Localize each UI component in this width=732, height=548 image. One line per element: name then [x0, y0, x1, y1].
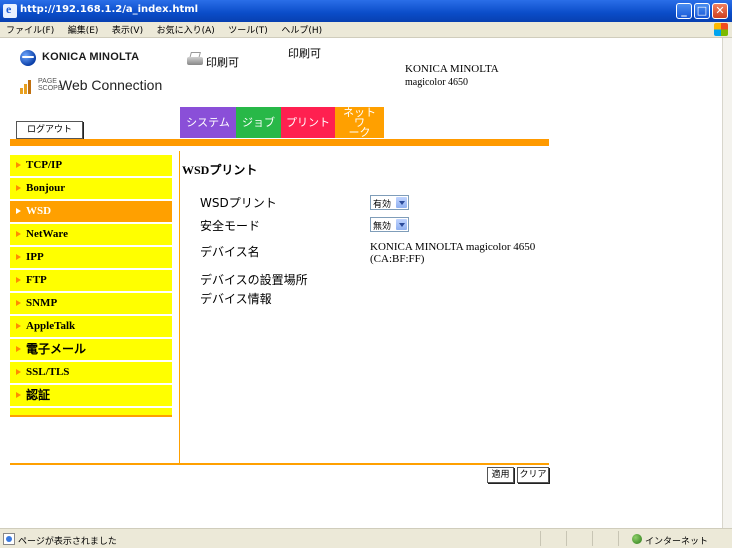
minimize-button[interactable]: _: [676, 3, 692, 19]
menu-tools[interactable]: ツール(T): [223, 22, 273, 36]
content-divider: [10, 463, 549, 465]
internet-zone-icon: [632, 534, 642, 544]
menu-edit[interactable]: 編集(E): [63, 22, 104, 36]
page-done-icon: [3, 533, 15, 545]
sidebar-item-netware[interactable]: NetWare: [10, 224, 172, 245]
sidebar-item-snmp[interactable]: SNMP: [10, 293, 172, 314]
sidebar-item-auth[interactable]: 認証: [10, 385, 172, 406]
tab-job[interactable]: ジョブ: [236, 107, 281, 138]
konica-minolta-logo: KONICA MINOLTA: [20, 49, 175, 67]
device-name-label: デバイス名: [200, 245, 260, 259]
device-name-value: KONICA MINOLTA magicolor 4650 (CA:BF:FF): [370, 241, 536, 265]
arrow-right-icon: [16, 392, 21, 398]
sidebar-end: [10, 408, 172, 417]
arrow-right-icon: [16, 162, 21, 168]
arrow-right-icon: [16, 346, 21, 352]
window-titlebar: http://192.168.1.2/a_index.html _ □ ✕: [0, 0, 732, 22]
vertical-scrollbar[interactable]: [722, 38, 732, 528]
tab-underline-bar: [10, 139, 549, 146]
printer-icon: [186, 52, 204, 68]
sidebar-item-ipp[interactable]: IPP: [10, 247, 172, 268]
sidebar: TCP/IP Bonjour WSD NetWare IPP FTP SNMP …: [10, 155, 172, 417]
close-button[interactable]: ✕: [712, 3, 728, 19]
pagescope-logo: PAGE SCOPE Web Connection: [20, 76, 190, 98]
menu-bar: ファイル(F) 編集(E) 表示(V) お気に入り(A) ツール(T) ヘルプ(…: [0, 22, 732, 38]
arrow-right-icon: [16, 369, 21, 375]
brand-name: KONICA MINOLTA: [42, 51, 140, 63]
secure-mode-select[interactable]: 無効: [370, 217, 409, 232]
arrow-right-icon: [16, 277, 21, 283]
device-info-label: デバイス情報: [200, 292, 272, 306]
device-location-label: デバイスの設置場所: [200, 273, 308, 287]
page-title: WSDプリント: [182, 163, 258, 177]
status-bar: ページが表示されました インターネット: [0, 528, 732, 548]
tab-print[interactable]: プリント: [281, 107, 335, 138]
wsd-print-select[interactable]: 有効: [370, 195, 409, 210]
printer-status-text: 印刷可: [288, 47, 321, 60]
sidebar-item-bonjour[interactable]: Bonjour: [10, 178, 172, 199]
arrow-right-icon: [16, 231, 21, 237]
sidebar-divider: [179, 151, 180, 464]
windows-logo-icon: [714, 23, 728, 36]
arrow-right-icon: [16, 208, 21, 214]
menu-file[interactable]: ファイル(F): [0, 22, 59, 36]
sidebar-item-email[interactable]: 電子メール: [10, 339, 172, 360]
printer-status: 印刷可: [206, 56, 239, 69]
security-zone: インターネット: [645, 537, 709, 547]
globe-icon: [20, 50, 36, 66]
device-manufacturer: KONICA MINOLTA: [405, 63, 499, 75]
chevron-down-icon: [396, 197, 407, 208]
sidebar-item-appletalk[interactable]: AppleTalk: [10, 316, 172, 337]
logout-button[interactable]: ログアウト: [16, 121, 83, 139]
menu-help[interactable]: ヘルプ(H): [276, 22, 327, 36]
arrow-right-icon: [16, 185, 21, 191]
menu-favorites[interactable]: お気に入り(A): [152, 22, 220, 36]
maximize-button[interactable]: □: [694, 3, 710, 19]
tab-network[interactable]: ネットワ ーク: [335, 107, 384, 138]
tab-network-label: ネットワ ーク: [343, 105, 376, 139]
window-title: http://192.168.1.2/a_index.html: [20, 4, 199, 15]
wsd-print-label: WSDプリント: [200, 196, 277, 210]
device-model: magicolor 4650: [405, 77, 469, 88]
status-message: ページが表示されました: [18, 537, 117, 547]
tab-system[interactable]: システム: [180, 107, 236, 138]
arrow-right-icon: [16, 300, 21, 306]
arrow-right-icon: [16, 323, 21, 329]
clear-button[interactable]: クリア: [517, 467, 549, 483]
sidebar-item-tcpip[interactable]: TCP/IP: [10, 155, 172, 176]
ie-icon: [3, 2, 17, 18]
sidebar-item-wsd[interactable]: WSD: [10, 201, 172, 222]
apply-button[interactable]: 適用: [487, 467, 514, 483]
secure-mode-label: 安全モード: [200, 219, 261, 233]
product-name: Web Connection: [59, 77, 163, 93]
sidebar-item-ftp[interactable]: FTP: [10, 270, 172, 291]
sidebar-item-ssl-tls[interactable]: SSL/TLS: [10, 362, 172, 383]
menu-view[interactable]: 表示(V): [107, 22, 148, 36]
web-page: KONICA MINOLTA PAGE SCOPE Web Connection…: [0, 38, 722, 528]
pagescope-bars-icon: [20, 78, 36, 94]
chevron-down-icon: [396, 219, 407, 230]
arrow-right-icon: [16, 254, 21, 260]
